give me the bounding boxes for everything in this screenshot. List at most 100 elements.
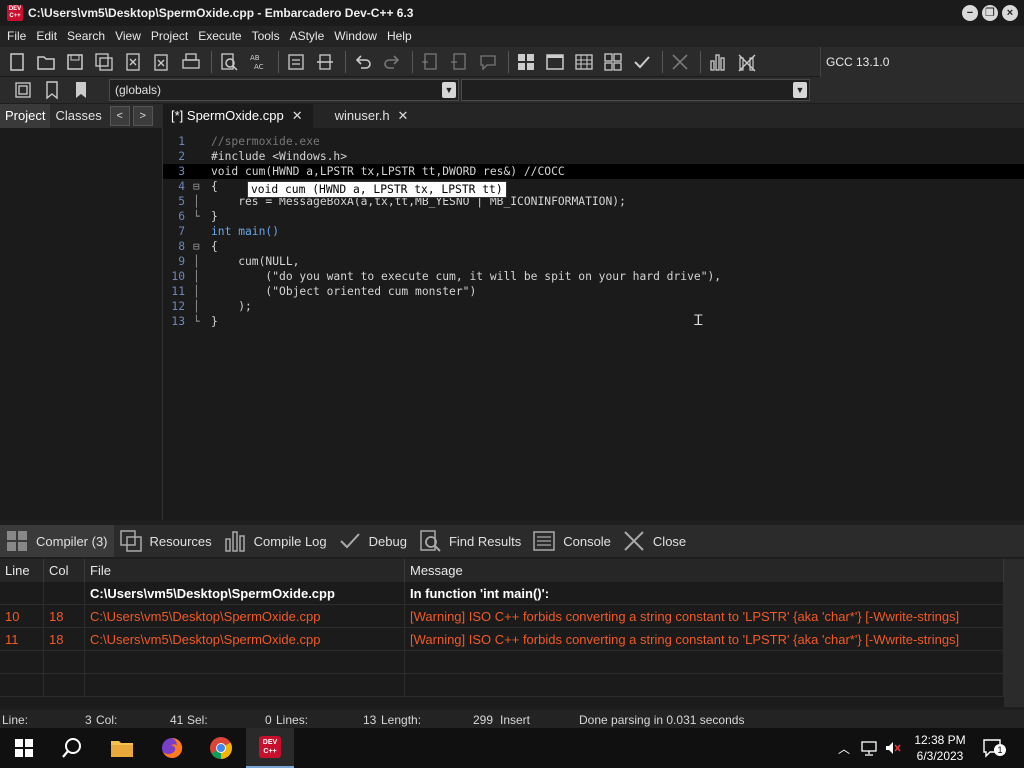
undo-icon[interactable] bbox=[350, 50, 376, 74]
tab-label: Compile Log bbox=[253, 533, 327, 549]
notification-center[interactable]: 1 bbox=[982, 728, 1006, 768]
volume-muted-icon[interactable] bbox=[884, 740, 902, 756]
messages-scrollbar[interactable] bbox=[1004, 559, 1024, 707]
chevron-left-icon[interactable]: < bbox=[109, 106, 130, 126]
goto-bookmark-icon[interactable] bbox=[68, 78, 94, 102]
table-row bbox=[0, 674, 1004, 697]
compiler-selector[interactable]: GCC 13.1.0 bbox=[820, 47, 1024, 77]
tab-resources[interactable]: Resources bbox=[114, 525, 218, 557]
close-all-icon[interactable] bbox=[149, 50, 175, 74]
menu-help[interactable]: Help bbox=[382, 26, 417, 47]
notification-count-badge: 1 bbox=[994, 744, 1006, 756]
save-all-icon[interactable] bbox=[91, 50, 117, 74]
insert-icon[interactable] bbox=[10, 78, 36, 102]
tab-winuser-h[interactable]: winuser.h ✕ bbox=[327, 104, 419, 128]
toggle-bookmark-icon[interactable] bbox=[39, 78, 65, 102]
taskbar-firefox[interactable] bbox=[148, 728, 196, 768]
table-row[interactable]: C:\Users\vm5\Desktop\SpermOxide.cpp In f… bbox=[0, 582, 1004, 605]
cell-file bbox=[85, 651, 405, 674]
minimize-button[interactable]: − bbox=[962, 5, 978, 21]
save-icon[interactable] bbox=[62, 50, 88, 74]
fold-minus-icon[interactable]: ⊟ bbox=[193, 239, 203, 254]
status-length-value: 299 bbox=[473, 713, 494, 727]
column-header-col[interactable]: Col bbox=[44, 559, 85, 582]
menu-view[interactable]: View bbox=[110, 26, 146, 47]
project-tree-panel[interactable] bbox=[0, 128, 163, 520]
code-line: 8 ⊟ { bbox=[163, 239, 1024, 254]
network-icon[interactable] bbox=[860, 740, 878, 756]
menu-astyle[interactable]: AStyle bbox=[285, 26, 330, 47]
taskbar-devcpp[interactable]: DEV C++ bbox=[246, 728, 294, 768]
fold-line-icon: │ bbox=[193, 285, 200, 298]
tab-label: Resources bbox=[149, 533, 212, 549]
folder-icon bbox=[111, 741, 133, 757]
tab-console[interactable]: Console bbox=[527, 525, 617, 557]
column-header-file[interactable]: File bbox=[85, 559, 405, 582]
tab-close[interactable]: Close bbox=[617, 525, 692, 557]
new-project-icon[interactable] bbox=[417, 50, 443, 74]
start-button[interactable] bbox=[0, 728, 48, 768]
find-icon[interactable] bbox=[216, 50, 242, 74]
taskbar-clock[interactable]: 12:38 PM 6/3/2023 bbox=[906, 732, 974, 764]
taskbar-file-explorer[interactable] bbox=[98, 728, 146, 768]
open-folder-icon[interactable] bbox=[33, 50, 59, 74]
chevron-down-icon[interactable]: ▼ bbox=[442, 82, 456, 98]
tab-label: Find Results bbox=[448, 533, 522, 549]
close-file-icon[interactable] bbox=[120, 50, 146, 74]
fold-end-icon: └ bbox=[193, 315, 200, 328]
menu-file[interactable]: File bbox=[2, 26, 31, 47]
menu-project[interactable]: Project bbox=[146, 26, 193, 47]
compile-run-icon[interactable] bbox=[571, 50, 597, 74]
grid-icon bbox=[4, 528, 30, 554]
stop-execution-icon[interactable] bbox=[667, 50, 693, 74]
menu-window[interactable]: Window bbox=[329, 26, 382, 47]
tab-find-results[interactable]: Find Results bbox=[413, 525, 527, 557]
table-row[interactable]: 11 18 C:\Users\vm5\Desktop\SpermOxide.cp… bbox=[0, 628, 1004, 651]
tab-label: Debug bbox=[368, 533, 407, 549]
menu-execute[interactable]: Execute bbox=[193, 26, 246, 47]
close-icon[interactable]: ✕ bbox=[292, 104, 303, 128]
restore-button[interactable]: ❐ bbox=[982, 5, 998, 21]
menu-search[interactable]: Search bbox=[62, 26, 110, 47]
column-header-message[interactable]: Message bbox=[405, 559, 1004, 582]
chevron-right-icon[interactable]: > bbox=[132, 106, 153, 126]
line-number: 7 bbox=[178, 225, 185, 238]
chevron-down-icon[interactable]: ▼ bbox=[793, 82, 807, 98]
taskbar-search-button[interactable] bbox=[48, 728, 96, 768]
redo-icon[interactable] bbox=[379, 50, 405, 74]
unindent-icon[interactable] bbox=[312, 50, 338, 74]
profile-icon[interactable] bbox=[705, 50, 731, 74]
fold-minus-icon[interactable]: ⊟ bbox=[193, 179, 203, 194]
tab-spermoxide-cpp[interactable]: [*] SpermOxide.cpp ✕ bbox=[163, 104, 313, 128]
delete-profile-icon[interactable] bbox=[734, 50, 760, 74]
scope-combo[interactable]: (globals) ▼ bbox=[109, 79, 459, 101]
syntax-check-icon[interactable] bbox=[629, 50, 655, 74]
tab-project[interactable]: Project bbox=[0, 104, 51, 128]
chevron-up-icon[interactable]: ︿ bbox=[838, 740, 850, 757]
menu-tools[interactable]: Tools bbox=[247, 26, 285, 47]
code-text: { bbox=[211, 180, 218, 193]
cell-file: C:\Users\vm5\Desktop\SpermOxide.cpp bbox=[85, 605, 405, 628]
rebuild-all-icon[interactable] bbox=[600, 50, 626, 74]
new-file-icon[interactable] bbox=[4, 50, 30, 74]
run-icon[interactable] bbox=[542, 50, 568, 74]
table-row[interactable]: 10 18 C:\Users\vm5\Desktop\SpermOxide.cp… bbox=[0, 605, 1004, 628]
replace-icon[interactable]: AB AC bbox=[245, 50, 271, 74]
print-icon[interactable] bbox=[178, 50, 204, 74]
function-combo[interactable]: ▼ bbox=[461, 79, 810, 101]
compile-icon[interactable] bbox=[513, 50, 539, 74]
tab-compile-log[interactable]: Compile Log bbox=[218, 525, 333, 557]
resources-icon bbox=[118, 528, 144, 554]
project-options-icon[interactable] bbox=[475, 50, 501, 74]
indent-icon[interactable] bbox=[283, 50, 309, 74]
taskbar-chrome[interactable] bbox=[197, 728, 245, 768]
tab-compiler[interactable]: Compiler (3) bbox=[0, 525, 114, 557]
toolbar-separator bbox=[412, 50, 413, 73]
tab-debug[interactable]: Debug bbox=[333, 525, 413, 557]
close-window-button[interactable]: × bbox=[1002, 5, 1018, 21]
menu-edit[interactable]: Edit bbox=[31, 26, 62, 47]
remove-project-icon[interactable] bbox=[446, 50, 472, 74]
tab-classes[interactable]: Classes bbox=[50, 104, 106, 128]
column-header-line[interactable]: Line bbox=[0, 559, 44, 582]
close-icon[interactable]: ✕ bbox=[398, 104, 409, 128]
